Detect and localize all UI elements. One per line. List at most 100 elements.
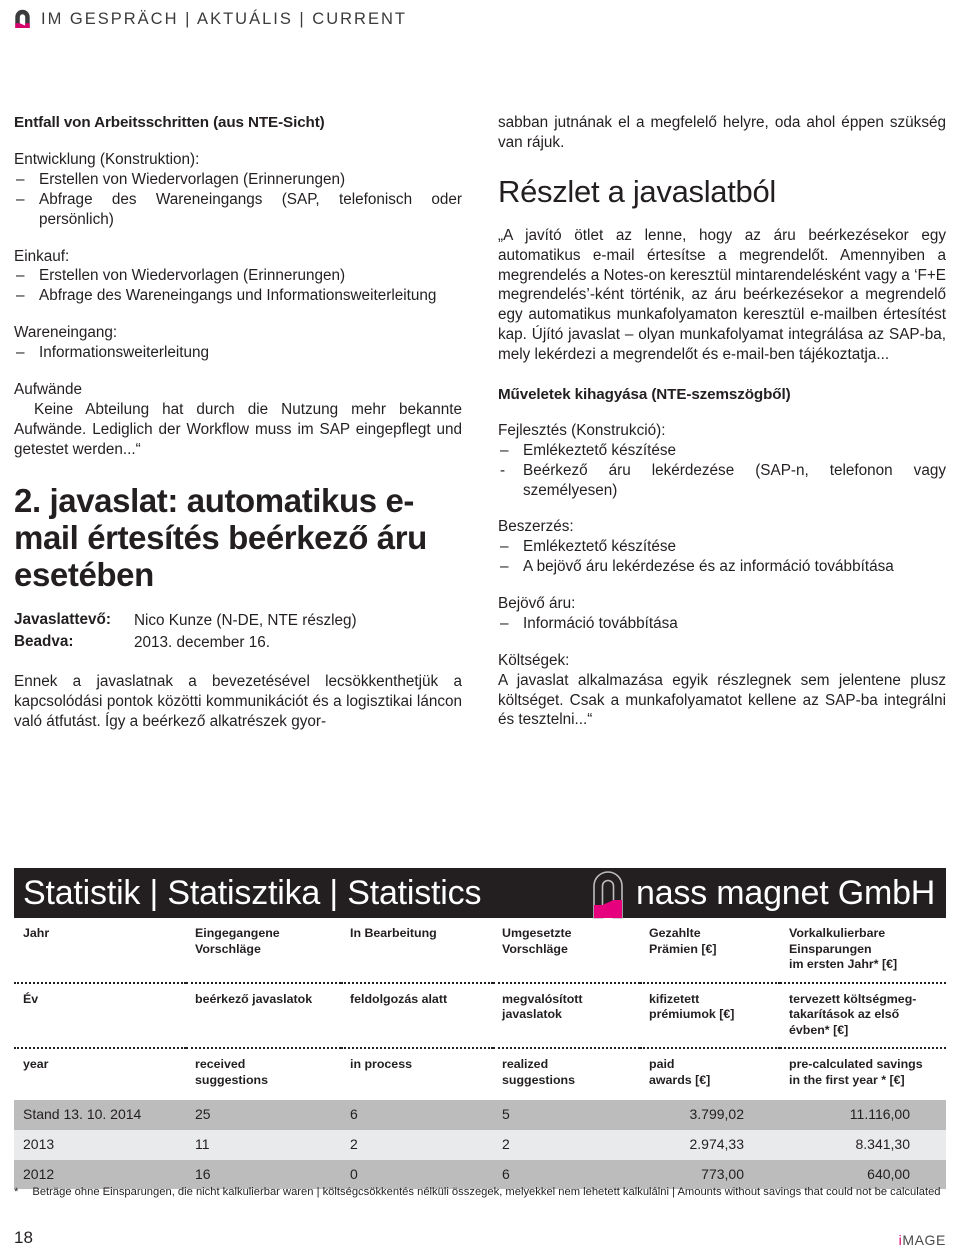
group-list-fejlesztes: – Emlékeztető készítése - Beérkező áru lek… (498, 441, 946, 501)
dash-bullet-icon: – (16, 190, 25, 208)
meta-value-proposer: Nico Kunze (N-DE, NTE részleg) (133, 612, 357, 630)
col-header-realized-hu: megvalósított javaslatok (493, 982, 640, 1049)
list-item: – Erstellen von Wiedervorlagen (Erinnerun… (14, 266, 462, 286)
table-row: Stand 13. 10. 2014 25 6 5 3.799,02 11.11… (14, 1100, 946, 1130)
group-list-beszerzes: – Emlékeztető készítése – A bejövő áru lek… (498, 537, 946, 577)
right-column: sabban jutnának el a megfelelő helyre, o… (498, 113, 946, 732)
right-continuation-paragraph: sabban jutnának el a megfelelő helyre, o… (498, 114, 946, 151)
right-section-heading: Részlet a javaslatból (498, 173, 777, 209)
list-item: – Erstellen von Wiedervorlagen (Erinnerun… (14, 170, 462, 190)
col-header-year-de: Jahr (14, 918, 186, 984)
col-header-inprocess-hu: feldolgozás alatt (341, 982, 493, 1049)
proposal-quote: „A javító ötlet az lenne, hogy az áru be… (498, 226, 946, 364)
magnet-logo-icon (580, 864, 636, 920)
list-item-text: Erstellen von Wiedervorlagen (Erinnerung… (39, 170, 346, 188)
list-item: – Emlékeztető készítése (498, 441, 946, 461)
aufwaende-label: Aufwände (14, 380, 83, 398)
list-item-text: Erstellen von Wiedervorlagen (Erinnerung… (39, 267, 346, 285)
meta-label-proposer: Javaslattevő: (14, 611, 111, 629)
left-closing-paragraph: Ennek a javaslatnak a bevezetésével lecs… (14, 672, 462, 730)
dash-bullet-icon: – (16, 267, 25, 285)
statistics-table: Jahr Eingegangene Vorschläge In Bearbeit… (14, 918, 946, 1190)
col-header-awards-de: Gezahlte Prämien [€] (640, 918, 780, 984)
article-columns: Entfall von Arbeitsschritten (aus NTE-Si… (14, 113, 946, 732)
proposal-title: 2. javaslat: automatikus e-mail értesíté… (14, 482, 427, 594)
list-item: – Információ továbbítása (498, 614, 946, 634)
costs-label: Költségek: (498, 651, 570, 669)
table-header-row-hu: Év beérkező javaslatok feldolgozás alatt… (14, 982, 946, 1049)
cell-year: Stand 13. 10. 2014 (14, 1100, 186, 1130)
company-brand-name: nass magnet GmbH (636, 873, 936, 912)
footnote-asterisk: * (14, 1186, 19, 1198)
col-header-savings-en: pre-calculated savings in the first year… (789, 1057, 923, 1087)
table-header-row-de: Jahr Eingegangene Vorschläge In Bearbeit… (14, 918, 946, 984)
list-item: – Abfrage des Wareneingangs (SAP, telefon… (14, 190, 462, 230)
magazine-logo: iMAGE (899, 1232, 946, 1248)
list-item-text: Beérkező áru lekérdezése (SAP-n, telefon… (523, 461, 946, 499)
dash-bullet-icon: – (16, 344, 25, 361)
col-header-received-hu: beérkező javaslatok (186, 982, 341, 1049)
statistics-title: Statistik | Statisztika | Statistics (23, 873, 482, 912)
footnote-text: Beträge ohne Einsparungen, die nicht kal… (32, 1186, 941, 1198)
group-list-bejovo-aru: – Információ továbbítása (498, 614, 946, 634)
group-label-einkauf: Einkauf: (14, 247, 70, 265)
cell-realized: 5 (493, 1100, 640, 1130)
cell-awards: 3.799,02 (640, 1100, 780, 1130)
list-item-text: Abfrage des Wareneingangs (SAP, telefoni… (39, 190, 462, 228)
col-header-awards-hu: kifizetett prémiumok [€] (640, 982, 780, 1049)
group-label-beszerzes: Beszerzés: (498, 518, 574, 536)
group-label-wareneingang: Wareneingang: (14, 324, 118, 342)
list-item: – Abfrage des Wareneingangs und Informati… (14, 286, 462, 306)
table-row: Beadva: 2013. december 16. (14, 632, 358, 654)
table-header-row-en: year received suggestions in process rea… (14, 1048, 946, 1100)
table-row: 2013 11 2 2 2.974,33 8.341,30 (14, 1129, 946, 1160)
running-head-text: IM GESPRÄCH | AKTUÁLIS | CURRENT (41, 9, 407, 28)
left-section-heading: Entfall von Arbeitsschritten (aus NTE-Si… (14, 114, 325, 131)
magazine-logo-rest: MAGE (902, 1232, 946, 1248)
list-item-text: Emlékeztető készítése (523, 441, 677, 459)
list-item-text: Informationsweiterleitung (39, 344, 210, 361)
list-item: – A bejövő áru lekérdezése és az informác… (498, 557, 946, 577)
dash-bullet-icon: – (16, 170, 25, 188)
proposal-meta-table: Javaslattevő: Nico Kunze (N-DE, NTE rész… (14, 610, 358, 654)
group-list-einkauf: – Erstellen von Wiedervorlagen (Erinnerun… (14, 266, 462, 306)
list-item: - Beérkező áru lekérdezése (SAP-n, telefo… (498, 461, 946, 501)
meta-label-submitted: Beadva: (14, 633, 74, 651)
aufwaende-text: Keine Abteilung hat durch die Nutzung me… (14, 400, 462, 458)
group-list-entwicklung: – Erstellen von Wiedervorlagen (Erinnerun… (14, 170, 462, 230)
col-header-received-en: received suggestions (195, 1057, 268, 1087)
col-header-received-de: Eingegangene Vorschläge (186, 918, 341, 984)
cell-inprocess: 6 (341, 1100, 493, 1130)
magnet-logo-icon (14, 9, 31, 29)
list-item-text: Emlékeztető készítése (523, 538, 677, 556)
table-row: Javaslattevő: Nico Kunze (N-DE, NTE rész… (14, 610, 358, 632)
dash-bullet-icon: – (500, 614, 509, 632)
dash-bullet-icon: – (500, 538, 509, 556)
col-header-savings-hu: tervezett költségmeg- takarítások az els… (780, 982, 946, 1049)
meta-value-submitted: 2013. december 16. (133, 634, 271, 652)
group-label-entwicklung: Entwicklung (Konstruktion): (14, 151, 200, 168)
col-header-awards-en: paid awards [€] (649, 1057, 711, 1087)
col-header-inprocess-de: In Bearbeitung (341, 918, 493, 984)
right-subheading: Műveletek kihagyása (NTE-szemszögből) (498, 385, 791, 403)
col-header-year-hu: Év (14, 982, 186, 1049)
list-item-text: Abfrage des Wareneingangs und Informatio… (39, 287, 437, 305)
group-list-wareneingang: – Informationsweiterleitung (14, 343, 462, 363)
cell-year: 2013 (14, 1129, 186, 1160)
dash-bullet-icon: - (500, 461, 506, 479)
cell-realized: 2 (493, 1129, 640, 1160)
cell-savings: 11.116,00 (780, 1100, 946, 1130)
list-item-text: A bejövő áru lekérdezése és az informáci… (523, 558, 894, 576)
costs-text: A javaslat alkalmazása egyik részlegnek … (498, 671, 946, 729)
col-header-savings-de: Vorkalkulierbare Einsparungen im ersten … (780, 918, 946, 984)
